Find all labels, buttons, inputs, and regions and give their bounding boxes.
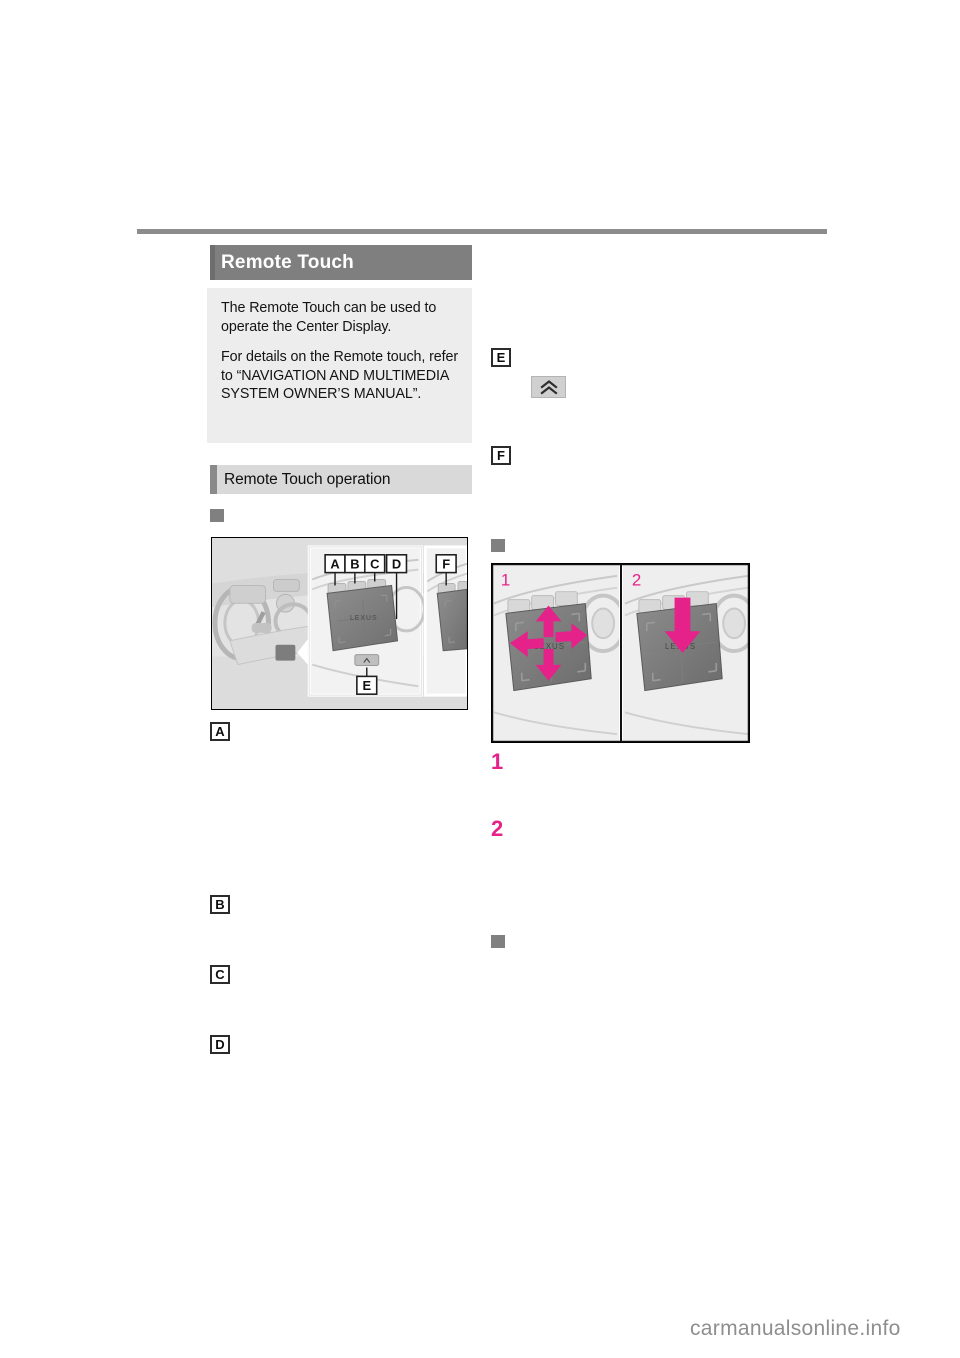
marker-d: D bbox=[210, 1035, 230, 1054]
gestures-figure-svg: LEXUS 1 2 bbox=[492, 564, 749, 742]
svg-text:E: E bbox=[362, 678, 371, 693]
page-title: Remote Touch bbox=[221, 251, 354, 273]
section-bar-accent bbox=[210, 245, 215, 280]
marker-number-1: 1 bbox=[491, 749, 504, 774]
marker-number-2: 2 bbox=[491, 816, 504, 841]
info-paragraph-2: For details on the Remote touch, refer t… bbox=[221, 348, 458, 403]
marker-e: E bbox=[491, 348, 511, 367]
remote-touch-console-illustration: LEXUS A B C D E F bbox=[211, 537, 468, 710]
svg-text:D: D bbox=[392, 557, 401, 572]
manual-page: Remote Touch The Remote Touch can be use… bbox=[0, 0, 960, 1358]
marker-b: B bbox=[210, 895, 230, 914]
info-box: The Remote Touch can be used to operate … bbox=[207, 288, 472, 443]
bullet-components bbox=[210, 509, 224, 522]
chevron-up-double-icon bbox=[531, 376, 566, 398]
bullet-gestures bbox=[491, 539, 505, 552]
svg-text:A: A bbox=[330, 557, 339, 572]
subsection-bar-accent bbox=[210, 465, 217, 494]
watermark: carmanualsonline.info bbox=[690, 1317, 901, 1340]
section-title-bar: Remote Touch bbox=[210, 245, 472, 280]
bullet-notes bbox=[491, 935, 505, 948]
svg-text:C: C bbox=[370, 557, 379, 572]
svg-text:B: B bbox=[350, 557, 359, 572]
page-top-rule bbox=[137, 229, 827, 234]
remote-touch-gestures-illustration: LEXUS 1 2 bbox=[491, 563, 750, 743]
subsection-title-bar: Remote Touch operation bbox=[210, 465, 472, 494]
console-figure-svg: LEXUS A B C D E F bbox=[212, 538, 467, 709]
chevron-up-double-glyph bbox=[539, 379, 558, 395]
subsection-title: Remote Touch operation bbox=[224, 470, 391, 488]
marker-f: F bbox=[491, 446, 511, 465]
marker-a: A bbox=[210, 722, 230, 741]
info-paragraph-1: The Remote Touch can be used to operate … bbox=[221, 300, 437, 335]
svg-text:2: 2 bbox=[632, 571, 641, 590]
svg-text:F: F bbox=[442, 557, 450, 572]
svg-text:LEXUS: LEXUS bbox=[350, 615, 378, 622]
svg-text:1: 1 bbox=[501, 571, 510, 590]
marker-c: C bbox=[210, 965, 230, 984]
